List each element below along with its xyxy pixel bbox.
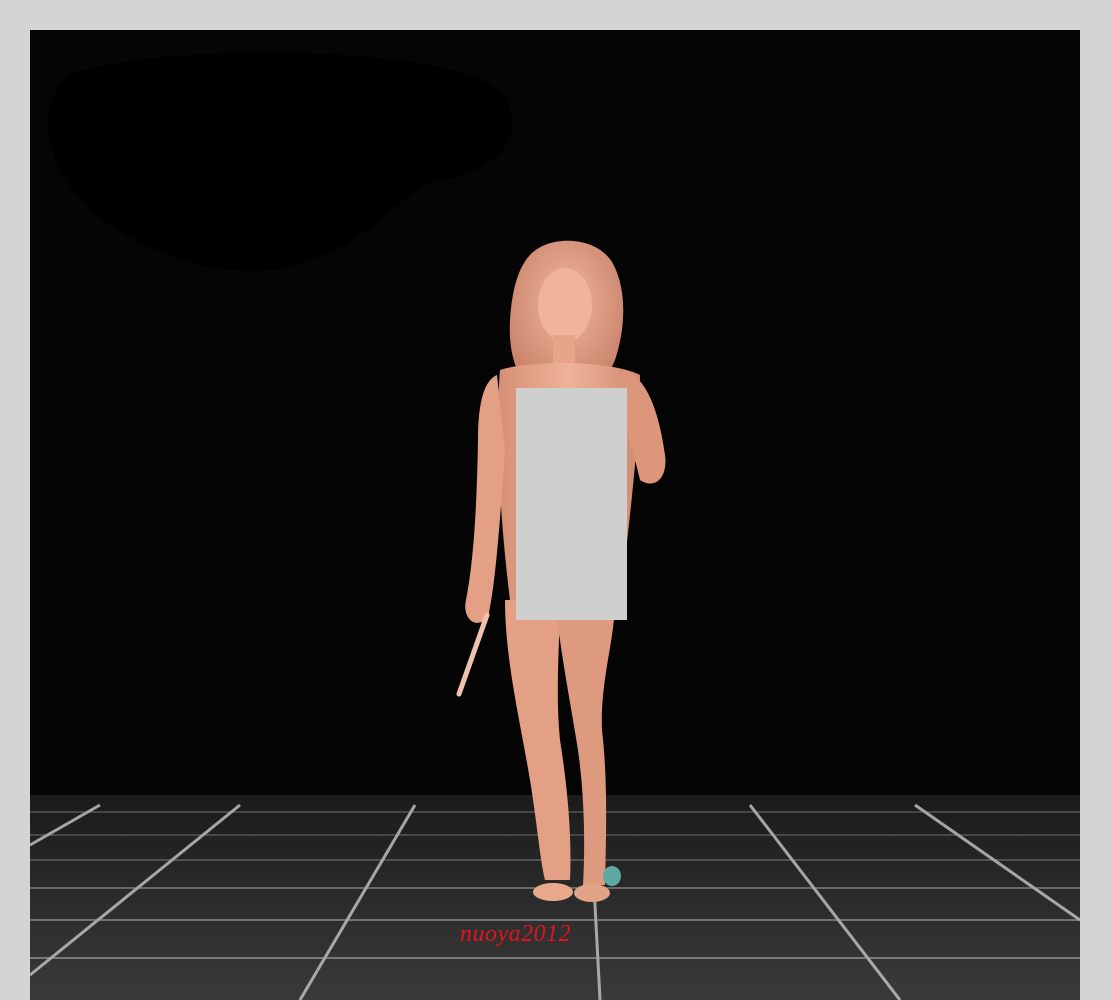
product-photo (0, 0, 1111, 1000)
watermark-text: nuoya2012 (460, 921, 572, 947)
figure-foot-left (533, 883, 573, 901)
censor-box (516, 388, 627, 620)
figure-base-nub (603, 866, 621, 886)
figure-neck (553, 335, 575, 365)
figure-foot-right (574, 884, 610, 902)
photo-viewport: nuoya2012 (0, 0, 1111, 1000)
figure-face (538, 268, 592, 342)
